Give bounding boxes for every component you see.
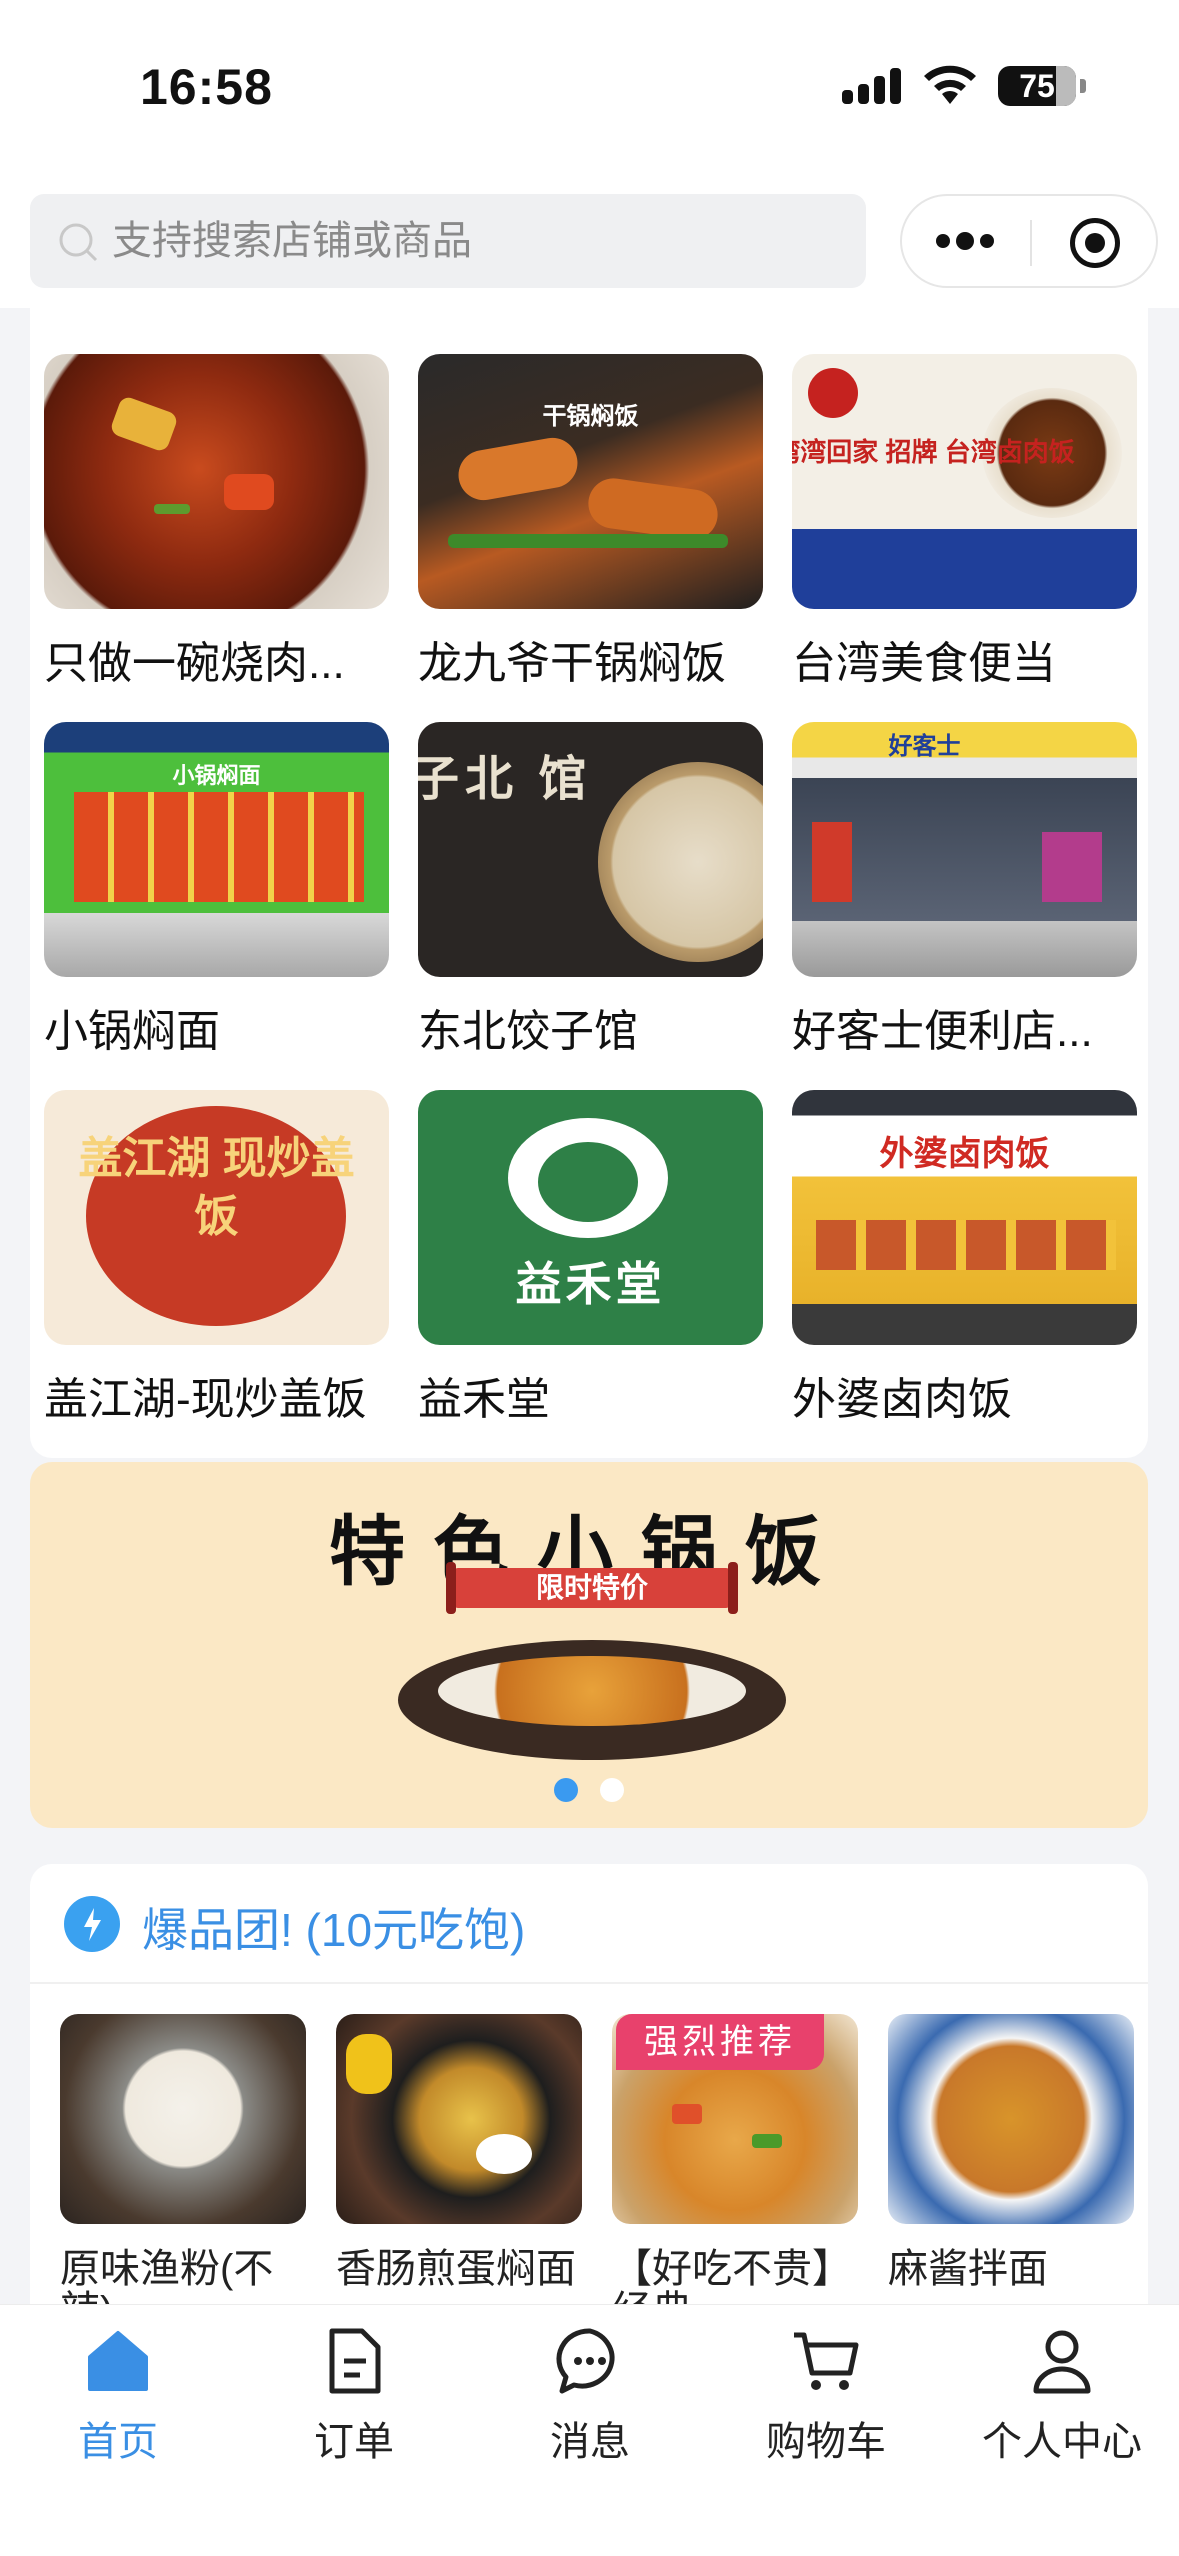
shop-image-text: 好客士 bbox=[888, 733, 961, 760]
search-icon bbox=[59, 223, 98, 262]
shop-card[interactable]: 好客士 好客士便利店... bbox=[792, 722, 1137, 1059]
tab-messages[interactable]: 消息 bbox=[472, 2323, 708, 2467]
bottom-tab-bar: 首页 订单 消息 购物车 个人中心 bbox=[0, 2304, 1179, 2556]
miniapp-capsule bbox=[900, 194, 1158, 288]
shop-name: 小锅焖面 bbox=[44, 1007, 220, 1056]
group-buy-header: 爆品团! (10元吃饱) bbox=[30, 1864, 1148, 1984]
tab-label: 个人中心 bbox=[982, 2420, 1142, 2464]
promo-banner[interactable]: 特色小锅饭 限时特价 bbox=[30, 1462, 1148, 1828]
shop-card[interactable]: 小锅焖面 小锅焖面 bbox=[44, 722, 389, 1059]
group-buy-title: 爆品团! (10元吃饱) bbox=[142, 1904, 526, 1956]
banner-ribbon: 限时特价 bbox=[446, 1562, 738, 1614]
search-input[interactable] bbox=[112, 208, 832, 274]
shop-card[interactable]: 外婆卤肉饭 外婆卤肉饭 bbox=[792, 1090, 1137, 1427]
battery-icon: 75 bbox=[998, 66, 1086, 106]
tab-home[interactable]: 首页 bbox=[0, 2323, 236, 2467]
shop-image: 小锅焖面 bbox=[44, 722, 389, 977]
shop-card[interactable]: 只做一碗烧肉... bbox=[44, 354, 389, 691]
tab-label: 购物车 bbox=[766, 2420, 886, 2464]
shop-image-text: 外婆卤肉饭 bbox=[879, 1135, 1050, 1173]
more-options-icon[interactable] bbox=[936, 232, 996, 252]
shop-name: 好客士便利店... bbox=[792, 1007, 1093, 1056]
carousel-indicator bbox=[554, 1778, 624, 1802]
deal-image bbox=[336, 2014, 582, 2224]
shop-name: 益禾堂 bbox=[418, 1375, 550, 1424]
shop-image: 好客士 bbox=[792, 722, 1137, 977]
shop-image-text: 小锅焖面 bbox=[172, 763, 261, 788]
message-icon bbox=[556, 2328, 615, 2394]
status-time: 16:58 bbox=[140, 59, 273, 115]
shop-name: 外婆卤肉饭 bbox=[792, 1375, 1012, 1424]
shop-grid: 只做一碗烧肉... 干锅焖饭 龙九爷干锅焖饭 湾湾回家 招牌 台湾卤肉饭 台湾美… bbox=[30, 308, 1148, 1458]
deal-card[interactable]: 香肠煎蛋焖面 bbox=[336, 2014, 582, 2332]
shop-image: 湾湾回家 招牌 台湾卤肉饭 bbox=[792, 354, 1137, 609]
tab-cart[interactable]: 购物车 bbox=[708, 2323, 944, 2467]
shop-image-text: 饺东 子北 馆 bbox=[418, 753, 593, 806]
tab-orders[interactable]: 订单 bbox=[236, 2323, 472, 2467]
tab-label: 订单 bbox=[314, 2420, 394, 2464]
tab-label: 消息 bbox=[550, 2420, 630, 2464]
top-header: 16:58 75 bbox=[0, 0, 1179, 308]
shop-image bbox=[44, 354, 389, 609]
claypot-dish-image bbox=[398, 1634, 786, 1766]
tab-label: 首页 bbox=[78, 2420, 158, 2464]
shop-image: 干锅焖饭 bbox=[418, 354, 763, 609]
shop-image: 外婆卤肉饭 bbox=[792, 1090, 1137, 1345]
shop-card[interactable]: 益禾堂 益禾堂 bbox=[418, 1090, 763, 1427]
tab-profile[interactable]: 个人中心 bbox=[944, 2323, 1179, 2467]
carousel-dot-active[interactable] bbox=[554, 1778, 578, 1802]
shop-image-text: 湾湾回家 招牌 台湾卤肉饭 bbox=[792, 437, 1075, 467]
search-bar[interactable] bbox=[30, 194, 866, 288]
deal-card[interactable]: 原味渔粉(不辣) bbox=[60, 2014, 306, 2332]
deal-image bbox=[60, 2014, 306, 2224]
shop-card[interactable]: 盖江湖 现炒盖饭 盖江湖-现炒盖饭 bbox=[44, 1090, 389, 1427]
shop-card[interactable]: 干锅焖饭 龙九爷干锅焖饭 bbox=[418, 354, 763, 691]
order-icon bbox=[329, 2328, 381, 2394]
shop-image: 盖江湖 现炒盖饭 bbox=[44, 1090, 389, 1345]
carousel-dot[interactable] bbox=[600, 1778, 624, 1802]
wifi-icon bbox=[924, 65, 976, 104]
deal-image bbox=[888, 2014, 1134, 2224]
shop-image: 益禾堂 bbox=[418, 1090, 763, 1345]
shop-image-text: 盖江湖 现炒盖饭 bbox=[78, 1134, 355, 1241]
shop-name: 东北饺子馆 bbox=[418, 1007, 638, 1056]
home-icon bbox=[88, 2331, 148, 2391]
cellular-signal-icon bbox=[842, 64, 904, 104]
deal-card[interactable]: 麻酱拌面 bbox=[888, 2014, 1134, 2332]
cart-icon bbox=[794, 2332, 859, 2390]
shop-name: 龙九爷干锅焖饭 bbox=[418, 639, 726, 688]
battery-level: 75 bbox=[1019, 68, 1055, 104]
shop-image-text: 干锅焖饭 bbox=[542, 403, 639, 430]
shop-image-text: 益禾堂 bbox=[515, 1258, 666, 1310]
alarm-clock-icon bbox=[64, 1896, 120, 1952]
shop-name: 只做一碗烧肉... bbox=[44, 639, 345, 688]
profile-icon bbox=[1033, 2330, 1091, 2394]
recommend-tag: 强烈推荐 bbox=[616, 2014, 824, 2070]
shop-image: 饺东 子北 馆 bbox=[418, 722, 763, 977]
shop-name: 台湾美食便当 bbox=[792, 639, 1056, 688]
shop-card[interactable]: 饺东 子北 馆 东北饺子馆 bbox=[418, 722, 763, 1059]
shop-name: 盖江湖-现炒盖饭 bbox=[44, 1375, 367, 1424]
shop-card[interactable]: 湾湾回家 招牌 台湾卤肉饭 台湾美食便当 bbox=[792, 354, 1137, 691]
close-miniapp-icon[interactable] bbox=[1070, 218, 1120, 268]
